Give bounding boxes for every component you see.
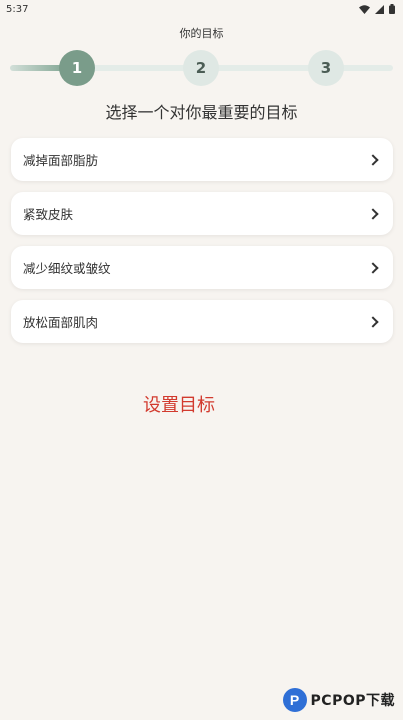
chevron-right-icon xyxy=(367,261,379,274)
goal-option-label: 紧致皮肤 xyxy=(23,207,74,222)
chevron-right-icon xyxy=(367,207,379,220)
goal-option-reduce-wrinkles[interactable]: 减少细纹或皱纹 xyxy=(11,246,393,289)
goal-option-label: 放松面部肌肉 xyxy=(23,315,99,330)
step-1: 1 xyxy=(59,50,95,86)
signal-icon xyxy=(375,4,384,14)
chevron-right-icon xyxy=(367,315,379,328)
watermark-text: PCPOP下载 xyxy=(310,693,395,709)
status-time: 5:37 xyxy=(6,3,29,15)
page-title: 你的目标 xyxy=(179,27,224,40)
goal-option-label: 减掉面部脂肪 xyxy=(23,153,99,168)
wifi-icon xyxy=(359,4,370,14)
status-bar: 5:37 xyxy=(0,0,403,18)
set-goal-button[interactable]: 设置目标 xyxy=(0,391,358,417)
battery-icon xyxy=(389,4,395,14)
goal-option-label: 减少细纹或皱纹 xyxy=(23,261,111,276)
goal-option-firm-skin[interactable]: 紧致皮肤 xyxy=(11,192,393,235)
goal-question: 选择一个对你最重要的目标 xyxy=(105,103,298,122)
progress-stepper: 1 2 3 xyxy=(0,48,403,88)
goal-option-relax-face-muscles[interactable]: 放松面部肌肉 xyxy=(11,300,393,343)
step-2: 2 xyxy=(183,50,219,86)
goal-options-list: 减掉面部脂肪 紧致皮肤 减少细纹或皱纹 放松面部肌肉 xyxy=(11,138,393,354)
goal-option-reduce-face-fat[interactable]: 减掉面部脂肪 xyxy=(11,138,393,181)
chevron-right-icon xyxy=(367,153,379,166)
step-3: 3 xyxy=(308,50,344,86)
status-icons xyxy=(359,4,395,14)
pcpop-logo-icon: P xyxy=(282,688,307,712)
watermark: P PCPOP下载 xyxy=(282,688,395,712)
